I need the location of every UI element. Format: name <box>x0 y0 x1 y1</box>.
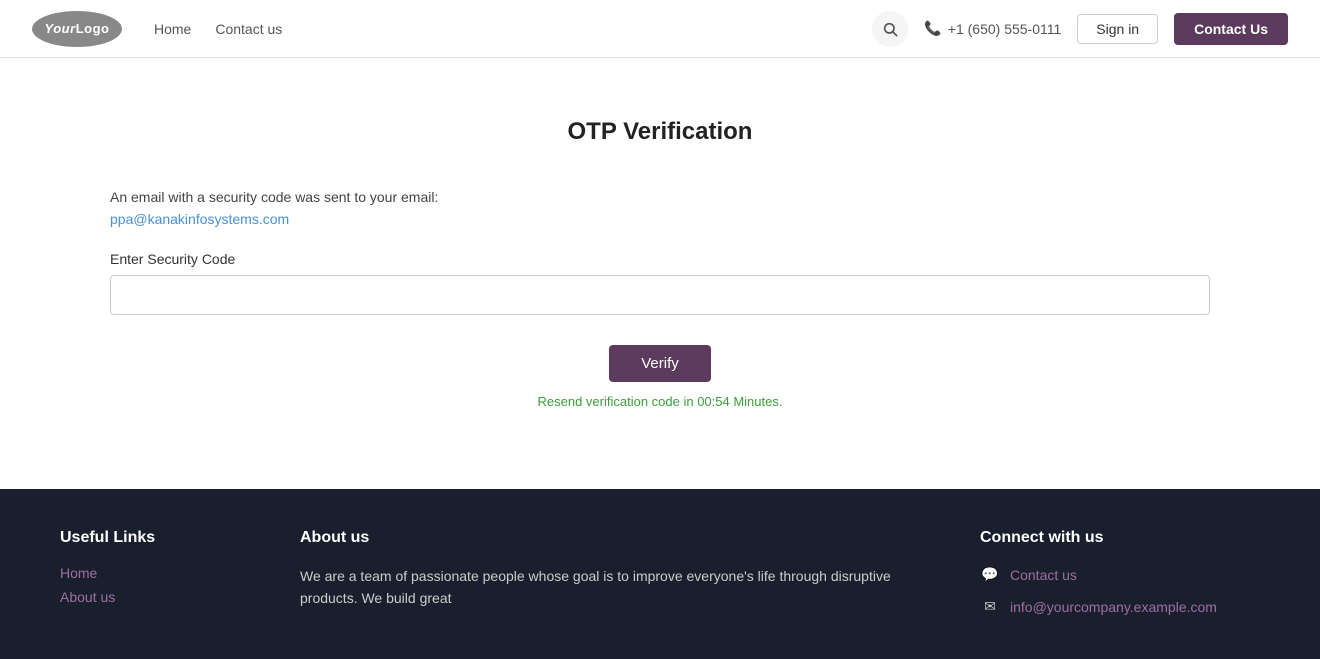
contact-us-button[interactable]: Contact Us <box>1174 13 1288 45</box>
footer-useful-links-section: Useful Links Home About us <box>60 529 260 629</box>
footer-link-about[interactable]: About us <box>60 589 260 605</box>
footer-links-list: Home About us <box>60 565 260 605</box>
email-notice-line1: An email with a security code was sent t… <box>110 189 438 205</box>
useful-links-title: Useful Links <box>60 529 260 547</box>
footer-about-section: About us We are a team of passionate peo… <box>300 529 940 629</box>
navbar-right: 📞 +1 (650) 555-0111 Sign in Contact Us <box>872 11 1288 47</box>
logo-image: Your Logo <box>32 11 122 47</box>
logo[interactable]: Your Logo <box>32 11 122 47</box>
phone-number: +1 (650) 555-0111 <box>948 21 1062 37</box>
resend-text: Resend verification code in 00:54 Minute… <box>538 394 783 409</box>
email-icon: ✉ <box>980 597 1000 617</box>
nav-link-contact[interactable]: Contact us <box>215 21 282 37</box>
chat-icon: 💬 <box>980 565 1000 585</box>
button-row: Verify Resend verification code in 00:54… <box>110 345 1210 409</box>
footer-about-text: We are a team of passionate people whose… <box>300 565 940 610</box>
footer-email-link[interactable]: info@yourcompany.example.com <box>1010 599 1217 615</box>
email-address: ppa@kanakinfosystems.com <box>110 211 289 227</box>
search-icon <box>882 21 898 37</box>
main-content: OTP Verification An email with a securit… <box>0 58 1320 489</box>
logo-your-text: Your <box>45 21 76 36</box>
form-container: An email with a security code was sent t… <box>110 186 1210 409</box>
footer: Useful Links Home About us About us We a… <box>0 489 1320 659</box>
nav-link-home[interactable]: Home <box>154 21 191 37</box>
footer-connect-title: Connect with us <box>980 529 1260 547</box>
signin-button[interactable]: Sign in <box>1077 14 1158 44</box>
page-title: OTP Verification <box>568 118 753 146</box>
footer-contact-link[interactable]: Contact us <box>1010 567 1077 583</box>
footer-about-title: About us <box>300 529 940 547</box>
footer-link-home[interactable]: Home <box>60 565 260 581</box>
connect-email-item: ✉ info@yourcompany.example.com <box>980 597 1260 617</box>
search-button[interactable] <box>872 11 908 47</box>
verify-button[interactable]: Verify <box>609 345 711 382</box>
phone-icon: 📞 <box>924 20 941 37</box>
nav-links: Home Contact us <box>154 21 872 37</box>
logo-logo-text: Logo <box>76 21 110 36</box>
connect-contact-item: 💬 Contact us <box>980 565 1260 585</box>
email-notice: An email with a security code was sent t… <box>110 186 1210 231</box>
footer-connect-section: Connect with us 💬 Contact us ✉ info@your… <box>980 529 1260 629</box>
security-code-input[interactable] <box>110 275 1210 315</box>
phone-area: 📞 +1 (650) 555-0111 <box>924 20 1061 37</box>
navbar: Your Logo Home Contact us 📞 +1 (650) 555… <box>0 0 1320 58</box>
security-code-label: Enter Security Code <box>110 251 1210 267</box>
